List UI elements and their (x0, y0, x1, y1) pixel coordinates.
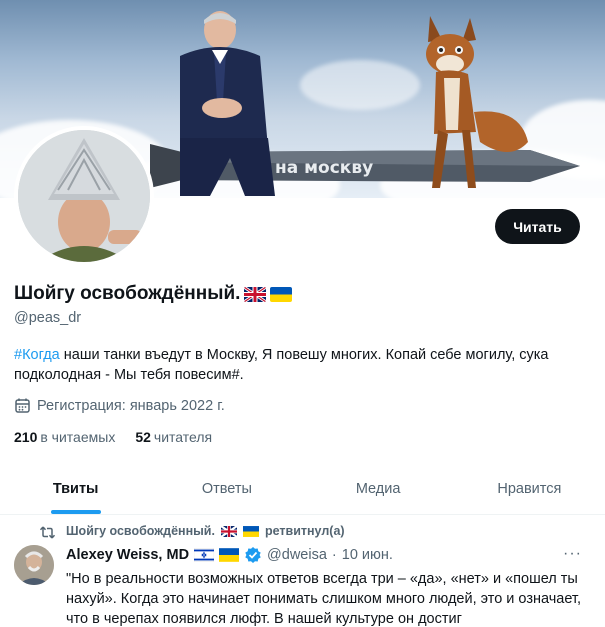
tab-replies[interactable]: Ответы (151, 463, 302, 514)
profile-bio: #Когда наши танки въедут в Москву, Я пов… (14, 345, 584, 385)
ukraine-flag-icon (270, 286, 293, 302)
verified-icon (245, 547, 261, 563)
profile-avatar[interactable] (14, 126, 154, 266)
display-name-text: Шойгу освобождённый. (14, 283, 241, 304)
tweet-text: "Но в реальности возможных ответов всегд… (66, 571, 581, 627)
following-label: в читаемых (40, 429, 116, 445)
followers-label: читателя (153, 429, 213, 445)
bio-text: наши танки въедут в Москву, Я повешу мно… (14, 347, 549, 383)
retweet-icon (40, 526, 55, 539)
uk-flag-icon (220, 525, 237, 537)
bio-hashtag-link[interactable]: #Когда (14, 347, 60, 363)
retweet-suffix: ретвитнул(а) (264, 524, 345, 538)
follow-stats: 210 в читаемых 52 читателя (14, 429, 212, 445)
following-count: 210 (14, 429, 38, 445)
meta-separator: · (331, 547, 337, 563)
retweeter-name: Шойгу освобождённый. (66, 524, 215, 538)
ukraine-flag-icon (242, 525, 259, 537)
avatar-image (18, 130, 150, 262)
tab-tweets[interactable]: Твиты (0, 463, 151, 514)
tweet-author-name[interactable]: Alexey Weiss, MD (66, 547, 189, 563)
tab-media[interactable]: Медиа (303, 463, 454, 514)
joined-text: Регистрация: январь 2022 г. (37, 397, 225, 414)
fox-graphic (426, 16, 528, 188)
tab-likes[interactable]: Нравится (454, 463, 605, 514)
retweet-attribution[interactable]: Шойгу освобождённый. ретвитнул(а) (66, 524, 345, 538)
tweet-date[interactable]: 10 июн. (342, 547, 393, 563)
profile-handle: @peas_dr (14, 310, 82, 326)
israel-flag-icon (194, 548, 215, 562)
author-avatar-image (14, 545, 54, 585)
profile-display-name: Шойгу освобождённый. (14, 283, 293, 305)
seated-man-graphic (180, 11, 275, 196)
following-link[interactable]: 210 в читаемых (14, 429, 115, 445)
followers-link[interactable]: 52 читателя (135, 429, 212, 445)
tweet-header: Alexey Weiss, MD @dweisa · 10 июн. (66, 546, 393, 564)
follow-button[interactable]: Читать (495, 209, 580, 244)
profile-tabs: Твиты Ответы Медиа Нравится (0, 463, 605, 515)
followers-count: 52 (135, 429, 151, 445)
joined-date: Регистрация: январь 2022 г. (14, 397, 225, 414)
uk-flag-icon (244, 286, 267, 302)
calendar-icon (15, 398, 30, 413)
tweet-author-avatar[interactable] (14, 545, 54, 585)
tweet-author-handle[interactable]: @dweisa (267, 547, 327, 563)
ukraine-flag-icon (219, 548, 240, 562)
more-options-icon[interactable]: ··· (563, 545, 582, 563)
